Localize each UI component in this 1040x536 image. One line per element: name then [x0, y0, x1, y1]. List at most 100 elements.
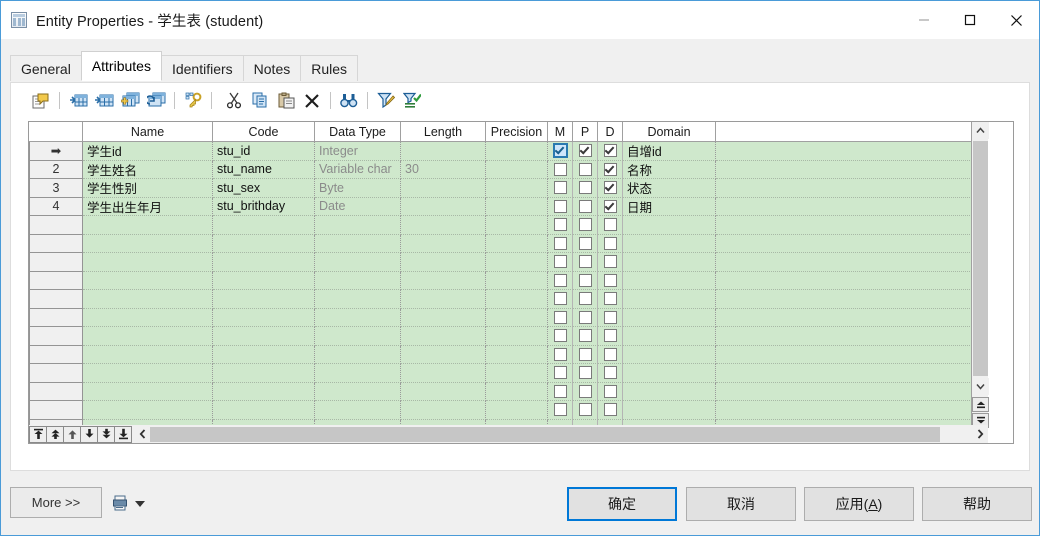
- cell-precision[interactable]: [486, 364, 548, 383]
- checkbox[interactable]: [578, 384, 592, 398]
- cell-primary[interactable]: [573, 179, 598, 198]
- cell-domain[interactable]: 名称: [623, 160, 716, 179]
- column-header-displayed[interactable]: D: [598, 122, 623, 142]
- move-up-button[interactable]: [63, 425, 81, 443]
- cell-primary[interactable]: [573, 253, 598, 272]
- checkbox[interactable]: [553, 236, 567, 250]
- table-row[interactable]: [29, 345, 988, 364]
- cell-filler[interactable]: [716, 160, 988, 179]
- tab-rules[interactable]: Rules: [300, 55, 359, 81]
- checkbox[interactable]: [603, 310, 617, 324]
- checkbox[interactable]: [578, 329, 592, 343]
- cell-name[interactable]: 学生出生年月: [83, 197, 213, 216]
- cell-code[interactable]: stu_id: [213, 142, 315, 161]
- column-header-length[interactable]: Length: [401, 122, 486, 142]
- help-button[interactable]: 帮助: [922, 487, 1032, 521]
- cell-data-type[interactable]: Byte: [315, 179, 401, 198]
- cell-data-type[interactable]: [315, 271, 401, 290]
- column-header-name[interactable]: Name: [83, 122, 213, 142]
- add-object-icon[interactable]: [117, 89, 143, 113]
- cell-name[interactable]: [83, 216, 213, 235]
- cell-mandatory[interactable]: [548, 216, 573, 235]
- cell-code[interactable]: [213, 234, 315, 253]
- cell-domain[interactable]: [623, 327, 716, 346]
- cell-name[interactable]: [83, 234, 213, 253]
- delete-icon[interactable]: [299, 89, 325, 113]
- checkbox[interactable]: [553, 218, 567, 232]
- cell-name[interactable]: [83, 364, 213, 383]
- row-header[interactable]: ➡: [29, 142, 83, 161]
- cell-length[interactable]: [401, 345, 486, 364]
- hscrollbar-thumb[interactable]: [150, 426, 940, 442]
- column-header-code[interactable]: Code: [213, 122, 315, 142]
- checkbox[interactable]: [553, 310, 567, 324]
- cell-name[interactable]: [83, 308, 213, 327]
- cell-data-type[interactable]: [315, 382, 401, 401]
- cell-primary[interactable]: [573, 401, 598, 420]
- cell-domain[interactable]: [623, 364, 716, 383]
- cell-filler[interactable]: [716, 382, 988, 401]
- checkbox[interactable]: [603, 329, 617, 343]
- checkbox[interactable]: [603, 236, 617, 250]
- cell-displayed[interactable]: [598, 290, 623, 309]
- checkbox[interactable]: [553, 199, 567, 213]
- cell-data-type[interactable]: Variable char: [315, 160, 401, 179]
- cell-code[interactable]: [213, 271, 315, 290]
- cell-precision[interactable]: [486, 401, 548, 420]
- cell-primary[interactable]: [573, 197, 598, 216]
- cell-domain[interactable]: [623, 345, 716, 364]
- cell-length[interactable]: [401, 234, 486, 253]
- cell-name[interactable]: [83, 271, 213, 290]
- tab-general[interactable]: General: [10, 55, 82, 81]
- checkbox[interactable]: [603, 199, 617, 213]
- edit-filter-icon[interactable]: [373, 89, 399, 113]
- cell-length[interactable]: [401, 179, 486, 198]
- chevron-down-icon[interactable]: [135, 501, 145, 507]
- table-row[interactable]: [29, 308, 988, 327]
- column-header-primary[interactable]: P: [573, 122, 598, 142]
- tab-notes[interactable]: Notes: [242, 55, 302, 81]
- close-button[interactable]: [993, 1, 1039, 39]
- cell-code[interactable]: [213, 345, 315, 364]
- checkbox[interactable]: [553, 273, 567, 287]
- cell-primary[interactable]: [573, 216, 598, 235]
- cell-name[interactable]: [83, 382, 213, 401]
- cell-code[interactable]: stu_sex: [213, 179, 315, 198]
- title-bar[interactable]: Entity Properties - 学生表 (student): [1, 1, 1039, 39]
- table-row[interactable]: [29, 327, 988, 346]
- checkbox[interactable]: [603, 181, 617, 195]
- cell-code[interactable]: stu_brithday: [213, 197, 315, 216]
- cell-domain[interactable]: 日期: [623, 197, 716, 216]
- minimize-button[interactable]: [901, 1, 947, 39]
- row-header[interactable]: [29, 234, 83, 253]
- cell-length[interactable]: [401, 253, 486, 272]
- row-header[interactable]: 2: [29, 160, 83, 179]
- cell-displayed[interactable]: [598, 401, 623, 420]
- row-header[interactable]: [29, 382, 83, 401]
- cell-displayed[interactable]: [598, 364, 623, 383]
- cell-code[interactable]: [213, 253, 315, 272]
- cell-data-type[interactable]: [315, 345, 401, 364]
- column-header-domain[interactable]: Domain: [623, 122, 716, 142]
- cell-data-type[interactable]: [315, 253, 401, 272]
- cell-mandatory[interactable]: [548, 364, 573, 383]
- cell-length[interactable]: [401, 364, 486, 383]
- cell-filler[interactable]: [716, 179, 988, 198]
- cell-filler[interactable]: [716, 345, 988, 364]
- checkbox[interactable]: [553, 255, 567, 269]
- cell-filler[interactable]: [716, 271, 988, 290]
- checkbox[interactable]: [603, 218, 617, 232]
- table-row[interactable]: [29, 364, 988, 383]
- cell-length[interactable]: [401, 142, 486, 161]
- cell-length[interactable]: [401, 401, 486, 420]
- cell-primary[interactable]: [573, 271, 598, 290]
- table-row[interactable]: 2 学生姓名 stu_name Variable char 30 名称: [29, 160, 988, 179]
- insert-row-icon[interactable]: [65, 89, 91, 113]
- cell-displayed[interactable]: [598, 345, 623, 364]
- cell-filler[interactable]: [716, 216, 988, 235]
- row-header[interactable]: [29, 271, 83, 290]
- checkbox[interactable]: [578, 310, 592, 324]
- print-icon[interactable]: [112, 495, 128, 511]
- cell-data-type[interactable]: [315, 234, 401, 253]
- checkbox[interactable]: [553, 181, 567, 195]
